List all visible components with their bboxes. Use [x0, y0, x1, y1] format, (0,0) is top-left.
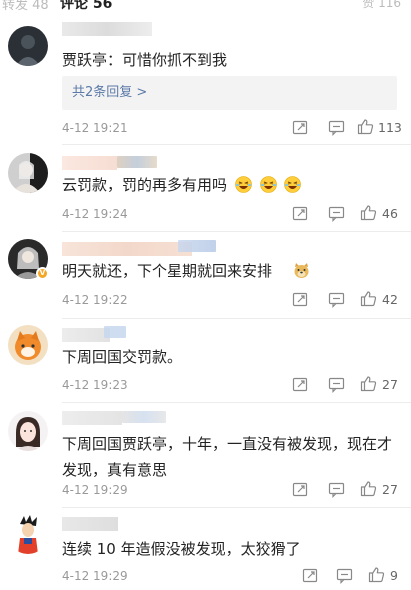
username[interactable]: [62, 328, 110, 342]
verified-badge-icon: V: [36, 267, 49, 280]
thumbs-up-icon[interactable]: [360, 204, 377, 221]
comment-text-line: 下周回国贾跃亭，十年，一直没有被发现，现在才: [62, 435, 393, 453]
like-count: 113: [378, 120, 402, 135]
repost-icon[interactable]: [292, 119, 309, 136]
thumbs-up-icon[interactable]: [360, 290, 377, 307]
username[interactable]: [62, 156, 117, 170]
comment-time: 4-12 19:24: [62, 207, 128, 221]
comment-icon[interactable]: [328, 481, 345, 498]
view-replies-link[interactable]: 共2条回复 >: [62, 76, 397, 110]
comment-text: 下周回国交罚款。: [62, 348, 183, 366]
divider: [62, 507, 411, 508]
repost-icon[interactable]: [292, 291, 309, 308]
comment-icon[interactable]: [336, 567, 353, 584]
like-count: 9: [390, 568, 398, 583]
comment-text: 连续 10 年造假没被发现，太狡猾了: [62, 540, 301, 558]
thumbs-up-icon[interactable]: [360, 375, 377, 392]
like-count: 27: [382, 482, 398, 497]
comment-time: 4-12 19:29: [62, 569, 128, 583]
comment-icon[interactable]: [328, 205, 345, 222]
comment-text: 贾跃亭：可惜你抓不到我: [62, 51, 228, 69]
repost-icon[interactable]: [292, 376, 309, 393]
username[interactable]: [62, 242, 192, 256]
username[interactable]: [62, 411, 122, 425]
tab-comments[interactable]: 评论 56: [60, 0, 112, 13]
tab-reposts[interactable]: 转发 48: [2, 0, 49, 13]
comment-time: 4-12 19:21: [62, 121, 128, 135]
divider: [62, 318, 411, 319]
comment-text-body: 明天就还，下个星期就回来安排: [62, 262, 273, 280]
doge-emoji-icon: [294, 263, 309, 278]
like-count: 42: [382, 292, 398, 307]
repost-icon[interactable]: [292, 481, 309, 498]
laughing-emoji-icon: [234, 176, 252, 193]
tab-likes[interactable]: 赞 116: [362, 0, 401, 11]
like-count: 27: [382, 377, 398, 392]
divider: [62, 231, 411, 232]
comment-icon[interactable]: [328, 376, 345, 393]
avatar[interactable]: [8, 514, 48, 554]
avatar[interactable]: [8, 411, 48, 451]
username[interactable]: [62, 517, 118, 531]
username[interactable]: [62, 22, 152, 36]
laughing-emoji-icon: [259, 176, 277, 193]
thumbs-up-icon[interactable]: [368, 566, 385, 583]
comment-time: 4-12 19:29: [62, 483, 128, 497]
divider: [62, 144, 411, 145]
comment-time: 4-12 19:22: [62, 293, 128, 307]
avatar[interactable]: [8, 153, 48, 193]
comment-icon[interactable]: [328, 119, 345, 136]
comment-text: 明天就还，下个星期就回来安排: [62, 258, 397, 284]
comment-time: 4-12 19:23: [62, 378, 128, 392]
repost-icon[interactable]: [302, 567, 319, 584]
comment-icon[interactable]: [328, 291, 345, 308]
laughing-emoji-icon: [284, 176, 302, 193]
comment-text: 下周回国贾跃亭，十年，一直没有被发现，现在才 发现，真有意思: [62, 431, 397, 483]
avatar[interactable]: [8, 325, 48, 365]
tab-bar: 转发 48 评论 56 赞 116: [0, 0, 411, 14]
comment-text-body: 云罚款，罚的再多有用吗: [62, 176, 228, 194]
thumbs-up-icon[interactable]: [360, 480, 377, 497]
divider: [62, 402, 411, 403]
avatar[interactable]: [8, 26, 48, 66]
thumbs-up-icon[interactable]: [357, 118, 374, 135]
repost-icon[interactable]: [292, 205, 309, 222]
comment-text: 云罚款，罚的再多有用吗: [62, 172, 397, 198]
comment-text-line: 发现，真有意思: [62, 461, 168, 479]
like-count: 46: [382, 206, 398, 221]
